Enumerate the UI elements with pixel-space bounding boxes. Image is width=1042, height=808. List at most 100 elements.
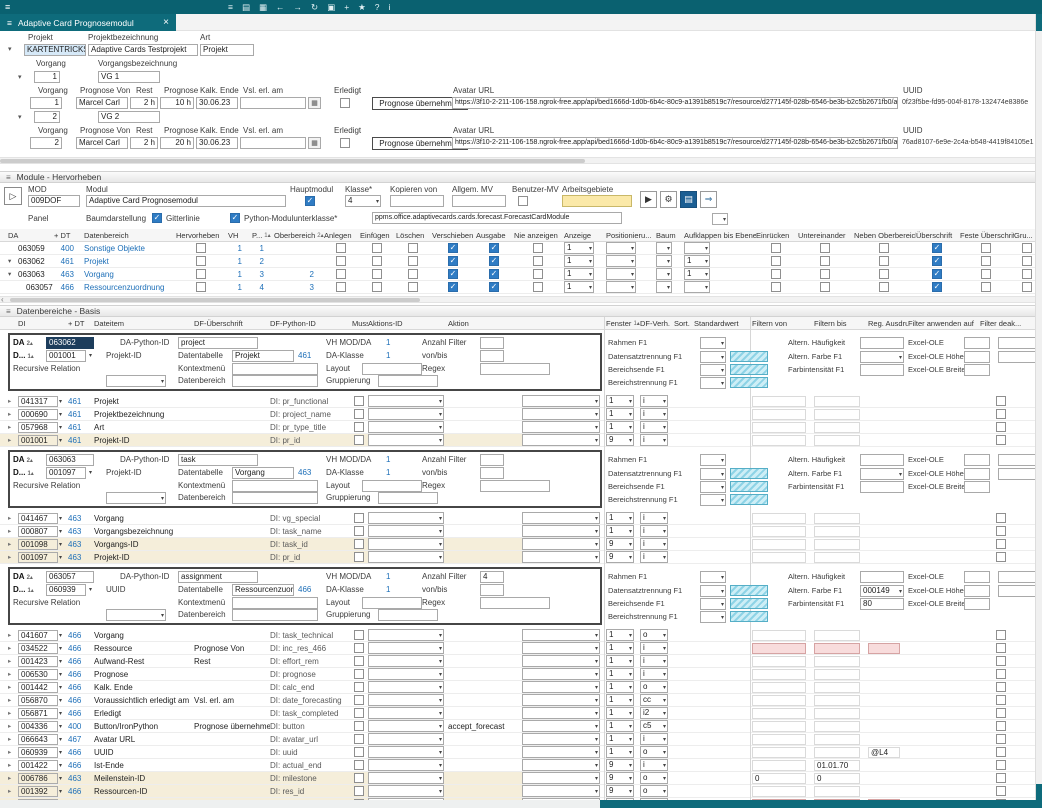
aktions-id-dropdown[interactable]: ▾ <box>368 538 444 550</box>
bereichstrennung-select[interactable]: ▾ <box>700 377 726 389</box>
datenbereich-link[interactable]: Ressourcenzuordnung <box>84 283 176 292</box>
rahmen-select[interactable]: ▾ <box>700 454 726 466</box>
filtern-von-field[interactable] <box>752 630 806 641</box>
feste-berschrift-checkbox[interactable] <box>981 256 991 266</box>
aktion-dropdown[interactable]: ▾ <box>522 655 600 667</box>
verschieben-checkbox[interactable]: ✓ <box>448 269 458 279</box>
fenster-dropdown[interactable]: 9▾ <box>606 759 634 771</box>
filter-deak-checkbox[interactable] <box>996 708 1006 718</box>
nie-anzeigen-checkbox[interactable] <box>533 282 543 292</box>
excel-ole-field[interactable] <box>964 571 990 583</box>
muss-checkbox[interactable] <box>354 708 364 718</box>
column-header[interactable]: P...1▴ <box>252 231 274 240</box>
column-header[interactable]: Positionieru... <box>606 231 656 240</box>
aktion-dropdown[interactable]: ▾ <box>522 525 600 537</box>
fenster-dropdown[interactable]: 1▾ <box>606 720 634 732</box>
filtern-von-field[interactable] <box>752 734 806 745</box>
expander-icon[interactable]: ▸ <box>8 553 11 561</box>
filtern-bis-field[interactable]: 01.01.70 <box>814 760 860 771</box>
von-bis-field[interactable] <box>480 350 504 362</box>
einf-gen-checkbox[interactable] <box>372 282 382 292</box>
aktion-dropdown[interactable]: ▾ <box>522 434 600 446</box>
extra-field[interactable] <box>998 351 1038 363</box>
filtern-bis-field[interactable] <box>814 786 860 797</box>
horizontal-scrollbar[interactable]: ‹ <box>0 296 1035 303</box>
expander-icon[interactable]: ▾ <box>8 270 18 278</box>
untereinander-checkbox[interactable] <box>820 243 830 253</box>
df-verh-dropdown[interactable]: c5▾ <box>640 720 668 732</box>
column-header[interactable]: Baum <box>656 231 684 240</box>
da-python-id-field[interactable]: project <box>178 337 258 349</box>
filter-deak-checkbox[interactable] <box>996 721 1006 731</box>
einr-cken-checkbox[interactable] <box>771 243 781 253</box>
einr-cken-checkbox[interactable] <box>771 269 781 279</box>
column-header[interactable]: Ausgabe <box>476 231 514 240</box>
df-verh-dropdown[interactable]: o▾ <box>640 746 668 758</box>
anzahl-filter-field[interactable]: 4 <box>480 571 504 583</box>
column-header[interactable]: Anzeige <box>564 231 606 240</box>
fenster-dropdown[interactable]: 1▾ <box>606 395 634 407</box>
df-verh-dropdown[interactable]: o▾ <box>640 629 668 641</box>
di-number-field[interactable]: 041467 <box>18 513 58 524</box>
extra-field[interactable] <box>998 337 1038 349</box>
farbintensitat-field[interactable]: 80 <box>860 598 904 610</box>
vorgang-name-field[interactable]: VG 1 <box>98 71 160 83</box>
expander-icon[interactable]: ▸ <box>8 644 11 652</box>
module-options-dropdown[interactable]: ▾ <box>712 213 728 225</box>
filtern-von-field[interactable] <box>752 396 806 407</box>
gru-checkbox[interactable] <box>1022 243 1032 253</box>
excel-ole-hohe-field[interactable] <box>964 468 990 480</box>
filtern-von-field[interactable] <box>752 552 806 563</box>
filter-deak-checkbox[interactable] <box>996 539 1006 549</box>
anzeige-dropdown[interactable]: 1▾ <box>564 255 594 267</box>
muss-checkbox[interactable] <box>354 734 364 744</box>
extra-field[interactable] <box>998 571 1038 583</box>
baum-dropdown[interactable]: ▾ <box>656 281 672 293</box>
filter-deak-checkbox[interactable] <box>996 552 1006 562</box>
aufklappen-dropdown[interactable]: 1▾ <box>684 255 710 267</box>
muss-checkbox[interactable] <box>354 630 364 640</box>
excel-ole-breite-field[interactable] <box>964 364 990 376</box>
anlegen-checkbox[interactable] <box>336 243 346 253</box>
new-icon[interactable]: + <box>344 0 349 14</box>
farbintensitat-field[interactable] <box>860 481 904 493</box>
altern-farbe-select[interactable]: ▾ <box>860 351 904 363</box>
aufklappen-dropdown[interactable]: ▾ <box>684 242 710 254</box>
anzahl-filter-field[interactable] <box>480 454 504 466</box>
aktions-id-dropdown[interactable]: ▾ <box>368 681 444 693</box>
recursive-relation-select[interactable]: ▾ <box>106 609 166 621</box>
vorgang-id-field[interactable]: 1 <box>34 71 60 83</box>
filtern-von-field[interactable] <box>752 721 806 732</box>
neben-oberbereich-checkbox[interactable] <box>879 243 889 253</box>
projekt-name-field[interactable]: Adaptive Cards Testprojekt <box>88 44 198 56</box>
hauptmodul-checkbox[interactable]: ✓ <box>305 196 315 206</box>
filtern-bis-field[interactable] <box>814 526 860 537</box>
hervorheben-checkbox[interactable] <box>196 269 206 279</box>
aktions-id-dropdown[interactable]: ▾ <box>368 421 444 433</box>
scroll-left-icon[interactable]: ‹ <box>1 295 4 304</box>
module-list-icon[interactable]: ▶ <box>640 191 657 208</box>
benutzer-mv-checkbox[interactable] <box>518 196 528 206</box>
excel-ole-breite-field[interactable] <box>964 481 990 493</box>
expander-icon[interactable]: ▸ <box>8 787 11 795</box>
filtern-von-field[interactable] <box>752 708 806 719</box>
di-number-field[interactable]: 001442 <box>18 682 58 693</box>
filter-deak-checkbox[interactable] <box>996 526 1006 536</box>
da-python-id-field[interactable]: assignment <box>178 571 258 583</box>
ausgabe-checkbox[interactable]: ✓ <box>489 282 499 292</box>
filter-deak-checkbox[interactable] <box>996 669 1006 679</box>
datensatztrennung-select[interactable]: ▾ <box>700 468 726 480</box>
aufklappen-dropdown[interactable]: 1▾ <box>684 268 710 280</box>
altern-farbe-select[interactable]: 000149▾ <box>860 585 904 597</box>
muss-checkbox[interactable] <box>354 409 364 419</box>
df-verh-dropdown[interactable]: i▾ <box>640 525 668 537</box>
di-number-field[interactable]: 056870 <box>18 695 58 706</box>
expander-icon[interactable]: ▸ <box>8 761 11 769</box>
df-verh-dropdown[interactable]: i▾ <box>640 759 668 771</box>
neben-oberbereich-checkbox[interactable] <box>879 256 889 266</box>
fenster-dropdown[interactable]: 9▾ <box>606 785 634 797</box>
close-icon[interactable]: × <box>163 17 169 28</box>
gruppierung-field[interactable] <box>378 375 438 387</box>
vsl-erl-am-cell[interactable] <box>240 137 306 149</box>
baum-dropdown[interactable]: ▾ <box>656 268 672 280</box>
